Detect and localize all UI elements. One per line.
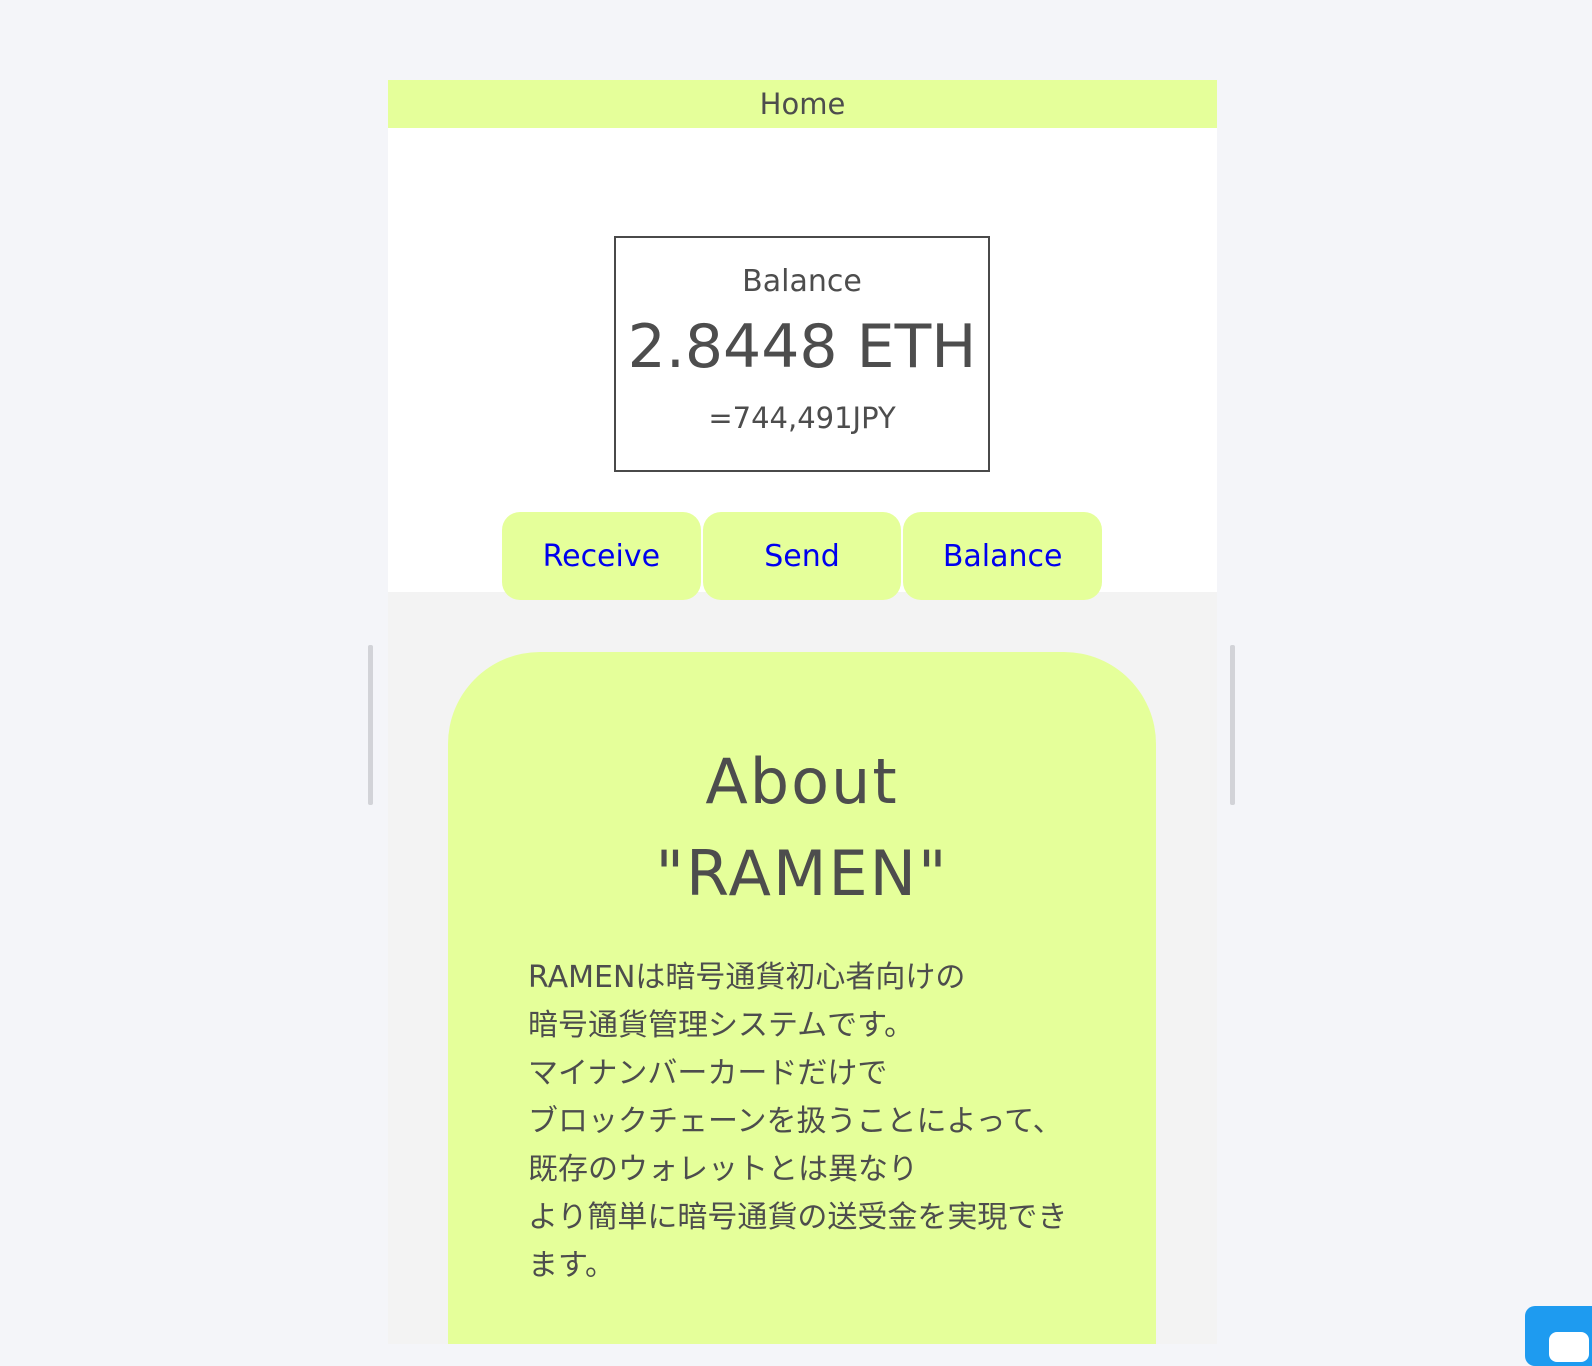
chat-widget-button[interactable] <box>1525 1306 1592 1366</box>
send-button[interactable]: Send <box>702 512 902 600</box>
balance-amount: 2.8448 ETH <box>627 312 977 382</box>
chat-icon <box>1549 1332 1589 1362</box>
balance-label: Balance <box>742 264 862 299</box>
balance-fiat: =744,491JPY <box>708 401 896 435</box>
about-title-line1: About <box>705 745 899 818</box>
right-scroll-handle[interactable] <box>1230 645 1235 805</box>
about-card: About "RAMEN" RAMENは暗号通貨初心者向けの 暗号通貨管理システ… <box>448 652 1156 1344</box>
wallet-section: Balance 2.8448 ETH =744,491JPY Receive S… <box>388 128 1217 600</box>
balance-card: Balance 2.8448 ETH =744,491JPY <box>614 236 990 472</box>
receive-button[interactable]: Receive <box>502 512 701 600</box>
about-description: RAMENは暗号通貨初心者向けの 暗号通貨管理システムです。 マイナンバーカード… <box>528 960 1068 1283</box>
action-buttons: Receive Send Balance <box>502 512 1103 600</box>
left-scroll-handle[interactable] <box>368 645 373 805</box>
app-frame: Home Balance 2.8448 ETH =744,491JPY Rece… <box>388 80 1217 1344</box>
page-title: Home <box>759 87 846 121</box>
about-title: About "RAMEN" <box>448 736 1156 920</box>
top-bar: Home <box>388 80 1217 128</box>
balance-button[interactable]: Balance <box>903 512 1103 600</box>
about-title-line2: "RAMEN" <box>655 837 949 910</box>
